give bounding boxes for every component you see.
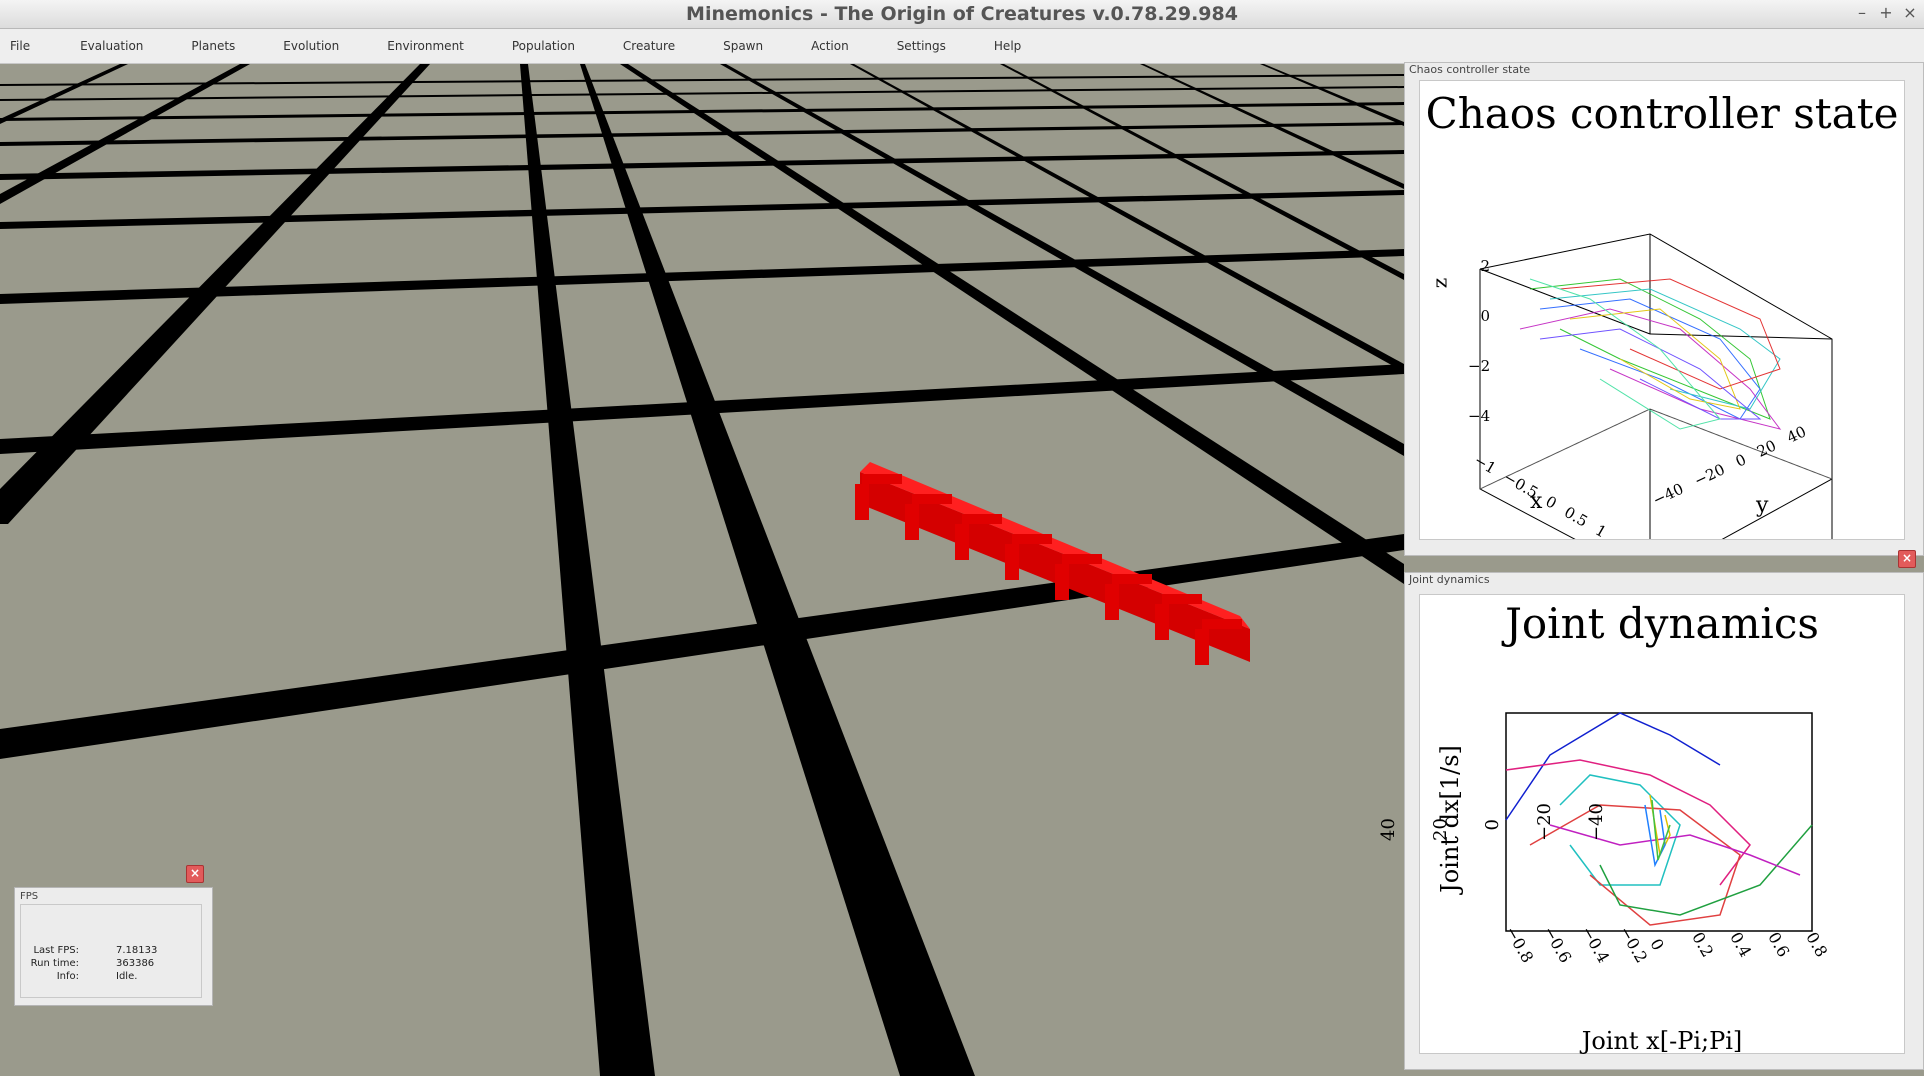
joint-plot: Joint dynamics Joint dx[1/s] Joint x[-Pi… xyxy=(1378,594,1905,1055)
menu-action[interactable]: Action xyxy=(805,39,855,53)
title-bar: Minemonics - The Origin of Creatures v.0… xyxy=(0,0,1924,29)
window-title: Minemonics - The Origin of Creatures v.0… xyxy=(686,3,1238,25)
menu-settings[interactable]: Settings xyxy=(891,39,952,53)
chaos-z-label: z xyxy=(1427,277,1452,289)
chaos-plot-title: Chaos controller state xyxy=(1425,89,1899,138)
joint-x-label: Joint x[-Pi;Pi] xyxy=(1581,1027,1743,1055)
chaos-plot: Chaos controller state z x y 2 0 −2 −4 −… xyxy=(1419,80,1905,541)
menu-environment[interactable]: Environment xyxy=(381,39,470,53)
menu-population[interactable]: Population xyxy=(506,39,581,53)
run-time-value: 363386 xyxy=(116,958,155,969)
minimize-icon[interactable]: – xyxy=(1854,3,1870,22)
run-time-label: Run time: xyxy=(30,958,79,969)
menu-file[interactable]: File xyxy=(4,39,36,53)
menu-bar: File Evaluation Planets Evolution Enviro… xyxy=(0,29,1924,64)
menu-planets[interactable]: Planets xyxy=(185,39,241,53)
info-label: Info: xyxy=(56,971,79,982)
chaos-z-ticks: 2 0 −2 −4 xyxy=(1468,257,1491,425)
joint-panel-title: Joint dynamics xyxy=(1409,573,1490,586)
chaos-close-icon[interactable]: × xyxy=(1898,550,1916,568)
joint-x-tick-row: −0.8 −0.6 −0.4 −0.2 0 0.2 0.4 0.6 0.8 xyxy=(1501,922,1832,967)
chaos-3d-plot xyxy=(1479,233,1833,539)
joint-y-ticks: 40 20 0 −20 −40 xyxy=(1378,803,1607,841)
menu-help[interactable]: Help xyxy=(988,39,1027,53)
menu-spawn[interactable]: Spawn xyxy=(717,39,769,53)
fps-close-icon[interactable]: × xyxy=(186,865,204,883)
last-fps-label: Last FPS: xyxy=(33,945,79,956)
chaos-y-label: y xyxy=(1756,493,1769,518)
last-fps-value: 7.18133 xyxy=(116,945,158,956)
maximize-icon[interactable]: + xyxy=(1878,3,1894,22)
menu-evaluation[interactable]: Evaluation xyxy=(74,39,149,53)
menu-evolution[interactable]: Evolution xyxy=(277,39,345,53)
fps-panel: FPS Last FPS: 7.18133 Run time: 363386 I… xyxy=(14,887,213,1006)
info-value: Idle. xyxy=(116,971,138,982)
joint-dynamics-panel[interactable]: Joint dynamics Joint dynamics Joint dx[1… xyxy=(1378,572,1924,1070)
chaos-controller-panel[interactable]: Chaos controller state Chaos controller … xyxy=(1404,62,1924,556)
close-icon[interactable]: × xyxy=(1902,3,1918,22)
fps-panel-title: FPS xyxy=(20,891,39,902)
chaos-panel-title: Chaos controller state xyxy=(1409,63,1531,76)
menu-creature[interactable]: Creature xyxy=(617,39,681,53)
